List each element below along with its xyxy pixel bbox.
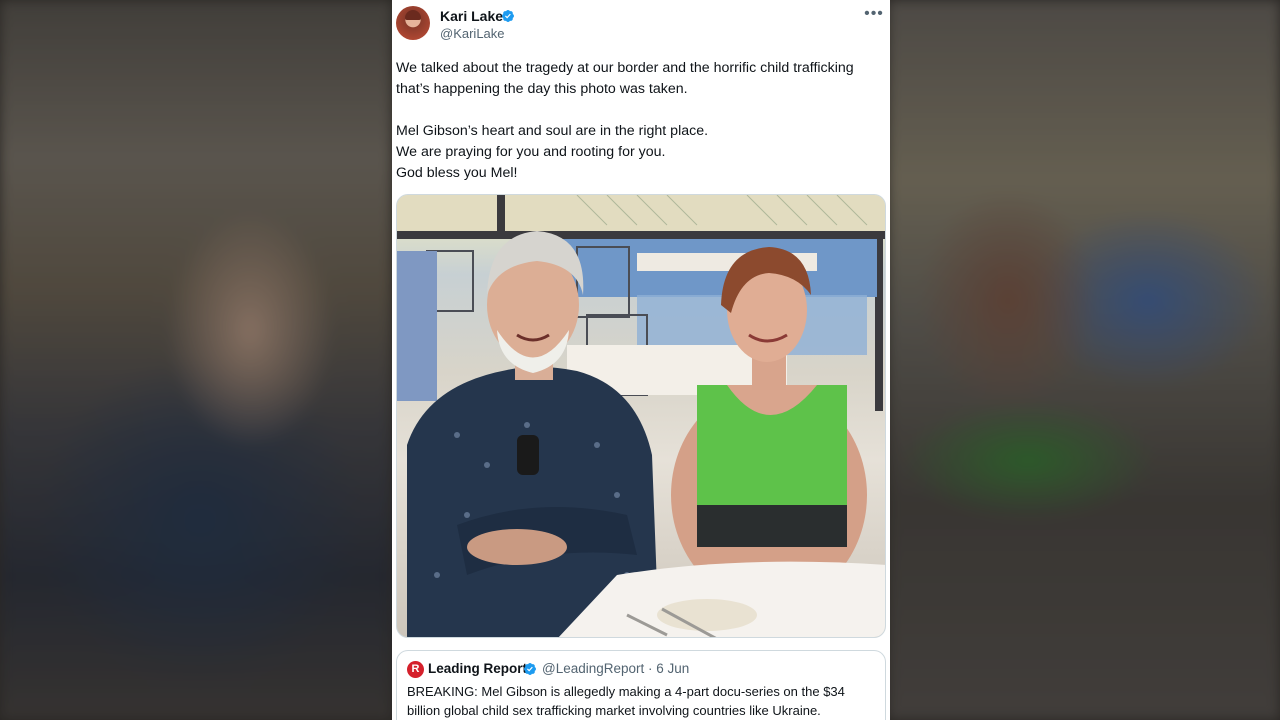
leading-report-logo-icon: R bbox=[407, 661, 424, 678]
tweet-paragraph: We talked about the tragedy at our borde… bbox=[396, 60, 854, 97]
quoted-display-name[interactable]: Leading Report bbox=[428, 661, 527, 676]
quoted-tweet[interactable]: R Leading Report @LeadingReport · 6 Jun … bbox=[396, 650, 886, 720]
verified-badge-icon bbox=[502, 10, 514, 22]
tweet-photo[interactable] bbox=[396, 194, 886, 638]
tweet-line: God bless you Mel! bbox=[396, 165, 518, 181]
tweet-line: We are praying for you and rooting for y… bbox=[396, 144, 666, 160]
tweet-body: We talked about the tragedy at our borde… bbox=[396, 58, 876, 184]
tweet-line: Mel Gibson’s heart and soul are in the r… bbox=[396, 123, 709, 139]
tweet-header: Kari Lake @KariLake ••• bbox=[392, 0, 890, 50]
display-name[interactable]: Kari Lake bbox=[440, 8, 503, 24]
photo-illustration bbox=[397, 195, 885, 637]
user-handle[interactable]: @KariLake bbox=[440, 26, 505, 41]
verified-badge-icon bbox=[524, 663, 536, 675]
tweet-card: Kari Lake @KariLake ••• We talked about … bbox=[392, 0, 890, 720]
quoted-handle-date[interactable]: @LeadingReport · 6 Jun bbox=[542, 661, 689, 676]
more-options-icon[interactable]: ••• bbox=[862, 6, 886, 26]
avatar[interactable] bbox=[396, 6, 430, 40]
quoted-tweet-text: BREAKING: Mel Gibson is allegedly making… bbox=[407, 684, 845, 718]
